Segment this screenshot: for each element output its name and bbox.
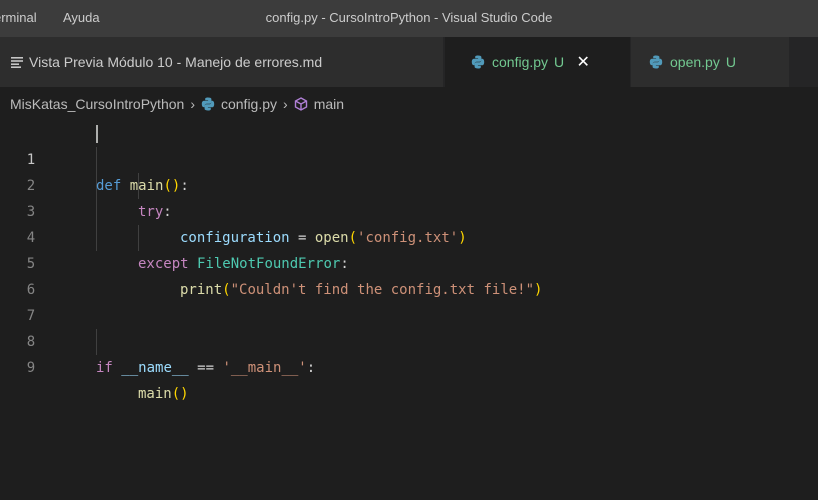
python-icon — [201, 97, 215, 111]
python-icon — [649, 55, 663, 69]
tab-label: open.py — [670, 54, 720, 70]
breadcrumb-symbol[interactable]: main — [314, 96, 344, 112]
line-number: 9 — [26, 360, 36, 376]
code-line: 1 def main(): — [0, 121, 818, 194]
breadcrumb: MisKatas_CursoIntroPython › config.py › … — [0, 87, 818, 121]
code-line: 8 if __name__ == '__main__': — [0, 303, 818, 376]
code-line: 5 print("Couldn't find the config.txt fi… — [0, 225, 818, 298]
untracked-status: U — [725, 54, 736, 70]
tab-label: Vista Previa Módulo 10 - Manejo de error… — [29, 54, 323, 70]
code-line: 2 try: — [0, 147, 818, 220]
code-line: 7 — [0, 277, 818, 324]
code-editor[interactable]: 1 def main(): 2 try: 3 configuration = o… — [0, 121, 818, 500]
vscode-window: erminal Ayuda config.py - CursoIntroPyth… — [0, 0, 818, 500]
editor-tabs: Vista Previa Módulo 10 - Manejo de error… — [0, 37, 818, 87]
code-line: 6 — [0, 251, 818, 298]
symbol-method-icon — [294, 97, 308, 111]
chevron-right-icon: › — [190, 96, 195, 112]
tab-config-py[interactable]: config.py U ✕ — [445, 37, 630, 87]
dunder-name: __name__ — [121, 360, 189, 376]
untracked-status: U — [554, 54, 565, 70]
tab-preview-modulo-10[interactable]: Vista Previa Módulo 10 - Manejo de error… — [0, 37, 444, 87]
code-line: 3 configuration = open('config.txt') — [0, 173, 818, 246]
text-cursor — [96, 125, 98, 143]
code-text: if __name__ == '__main__': — [96, 355, 315, 381]
code-line: 4 except FileNotFoundError: — [0, 199, 818, 272]
function-call: main — [138, 386, 172, 402]
tab-label: config.py — [492, 54, 549, 70]
window-title: config.py - CursoIntroPython - Visual St… — [265, 10, 553, 25]
keyword-if: if — [96, 360, 113, 376]
preview-icon — [11, 56, 23, 68]
string-literal: '__main__' — [222, 360, 307, 376]
colon: : — [306, 360, 316, 376]
breadcrumb-file[interactable]: config.py — [221, 96, 277, 112]
operator: == — [188, 360, 223, 376]
tab-open-py[interactable]: open.py U — [631, 37, 789, 87]
parentheses: () — [171, 386, 189, 402]
code-line: 9 main() — [0, 329, 818, 402]
title-bar: erminal Ayuda config.py - CursoIntroPyth… — [0, 0, 818, 37]
code-text: main() — [138, 381, 189, 407]
chevron-right-icon: › — [283, 96, 288, 112]
python-icon — [471, 55, 485, 69]
breadcrumb-folder[interactable]: MisKatas_CursoIntroPython — [10, 96, 184, 112]
close-icon[interactable]: ✕ — [576, 54, 590, 71]
